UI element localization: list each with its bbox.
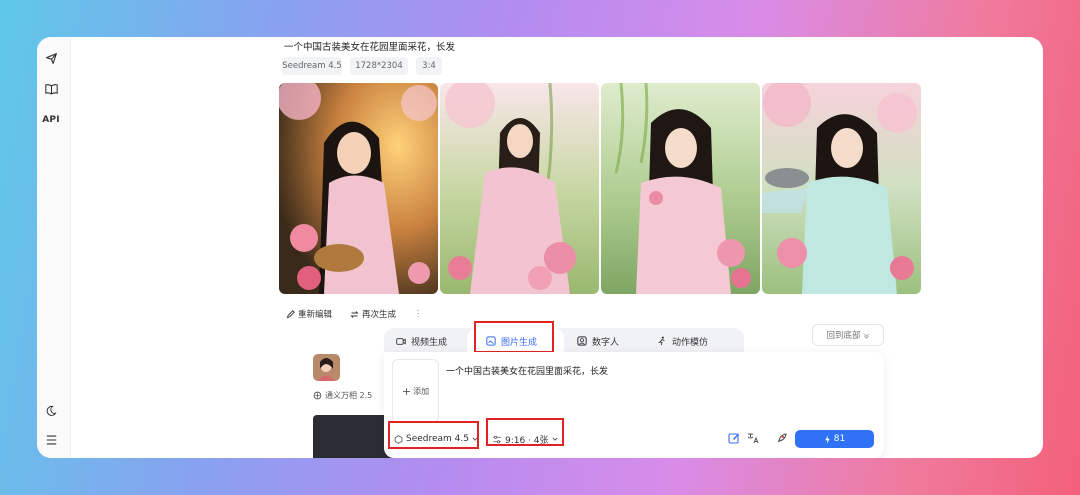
highlight-box-model [388,421,479,449]
regenerate-button[interactable]: 再次生成 [350,306,396,322]
main-content: 一个中国古装美女在花园里面采花，长发 Seedream 4.5 1728*230… [71,37,1043,458]
tab-motion-imitation[interactable]: 动作模仿 [645,328,735,354]
model-icon [313,391,322,400]
generated-image-3[interactable] [601,83,760,294]
re-edit-button[interactable]: 重新编辑 [286,306,332,322]
running-icon [658,336,665,346]
highlight-box-ratio [486,418,564,446]
tab-label: 数字人 [592,337,620,348]
re-edit-label: 重新编辑 [298,310,333,320]
moon-icon[interactable] [41,403,61,419]
ratio-chip: 3:4 [416,57,442,75]
mode-tabs: 视频生成 图片生成 数字人 动作模仿 [384,328,884,354]
generated-image-2[interactable] [440,83,599,294]
menu-icon[interactable] [41,432,61,448]
send-icon[interactable] [41,50,61,66]
plus-icon: + [401,384,412,398]
book-icon[interactable] [41,81,61,97]
video-icon [396,337,406,345]
lightning-icon [825,434,830,444]
generated-image-1[interactable] [279,83,438,294]
translate-icon[interactable] [746,430,760,446]
rocket-icon[interactable] [775,430,789,446]
size-chip: 1728*2304 [350,57,408,75]
highlight-box-image-tab [474,321,554,353]
history-model-label: 通义万相 2.5 [325,391,373,400]
generate-button[interactable]: 81 [795,430,874,448]
add-label: 添加 [413,386,430,396]
app-window: API 一个中国古装美女在花园里面采花，长发 Seedream 4.5 1728… [37,37,1043,458]
sidebar: API [37,37,71,458]
tab-video-generation[interactable]: 视频生成 [384,328,467,354]
generated-image-4[interactable] [762,83,921,294]
history-thumbnail[interactable] [313,354,340,381]
add-reference-button[interactable]: + 添加 [392,359,439,423]
tab-label: 视频生成 [411,337,448,348]
digital-human-icon [577,336,587,346]
generate-credits: 81 [833,434,846,444]
more-options-button[interactable]: ⋮ [412,306,424,322]
prompt-title: 一个中国古装美女在花园里面采花，长发 [284,42,456,53]
tab-label: 动作模仿 [672,337,709,348]
api-link[interactable]: API [41,112,61,128]
repeat-icon [350,310,359,318]
tab-digital-human[interactable]: 数字人 [565,328,645,354]
prompt-input[interactable]: 一个中国古装美女在花园里面采花，长发 [446,364,608,377]
model-chip: Seedream 4.5 [282,57,342,75]
edit-prompt-icon[interactable] [727,430,741,446]
history-model-tag: 通义万相 2.5 [313,390,372,401]
pencil-icon [286,309,295,318]
regenerate-label: 再次生成 [362,310,397,320]
